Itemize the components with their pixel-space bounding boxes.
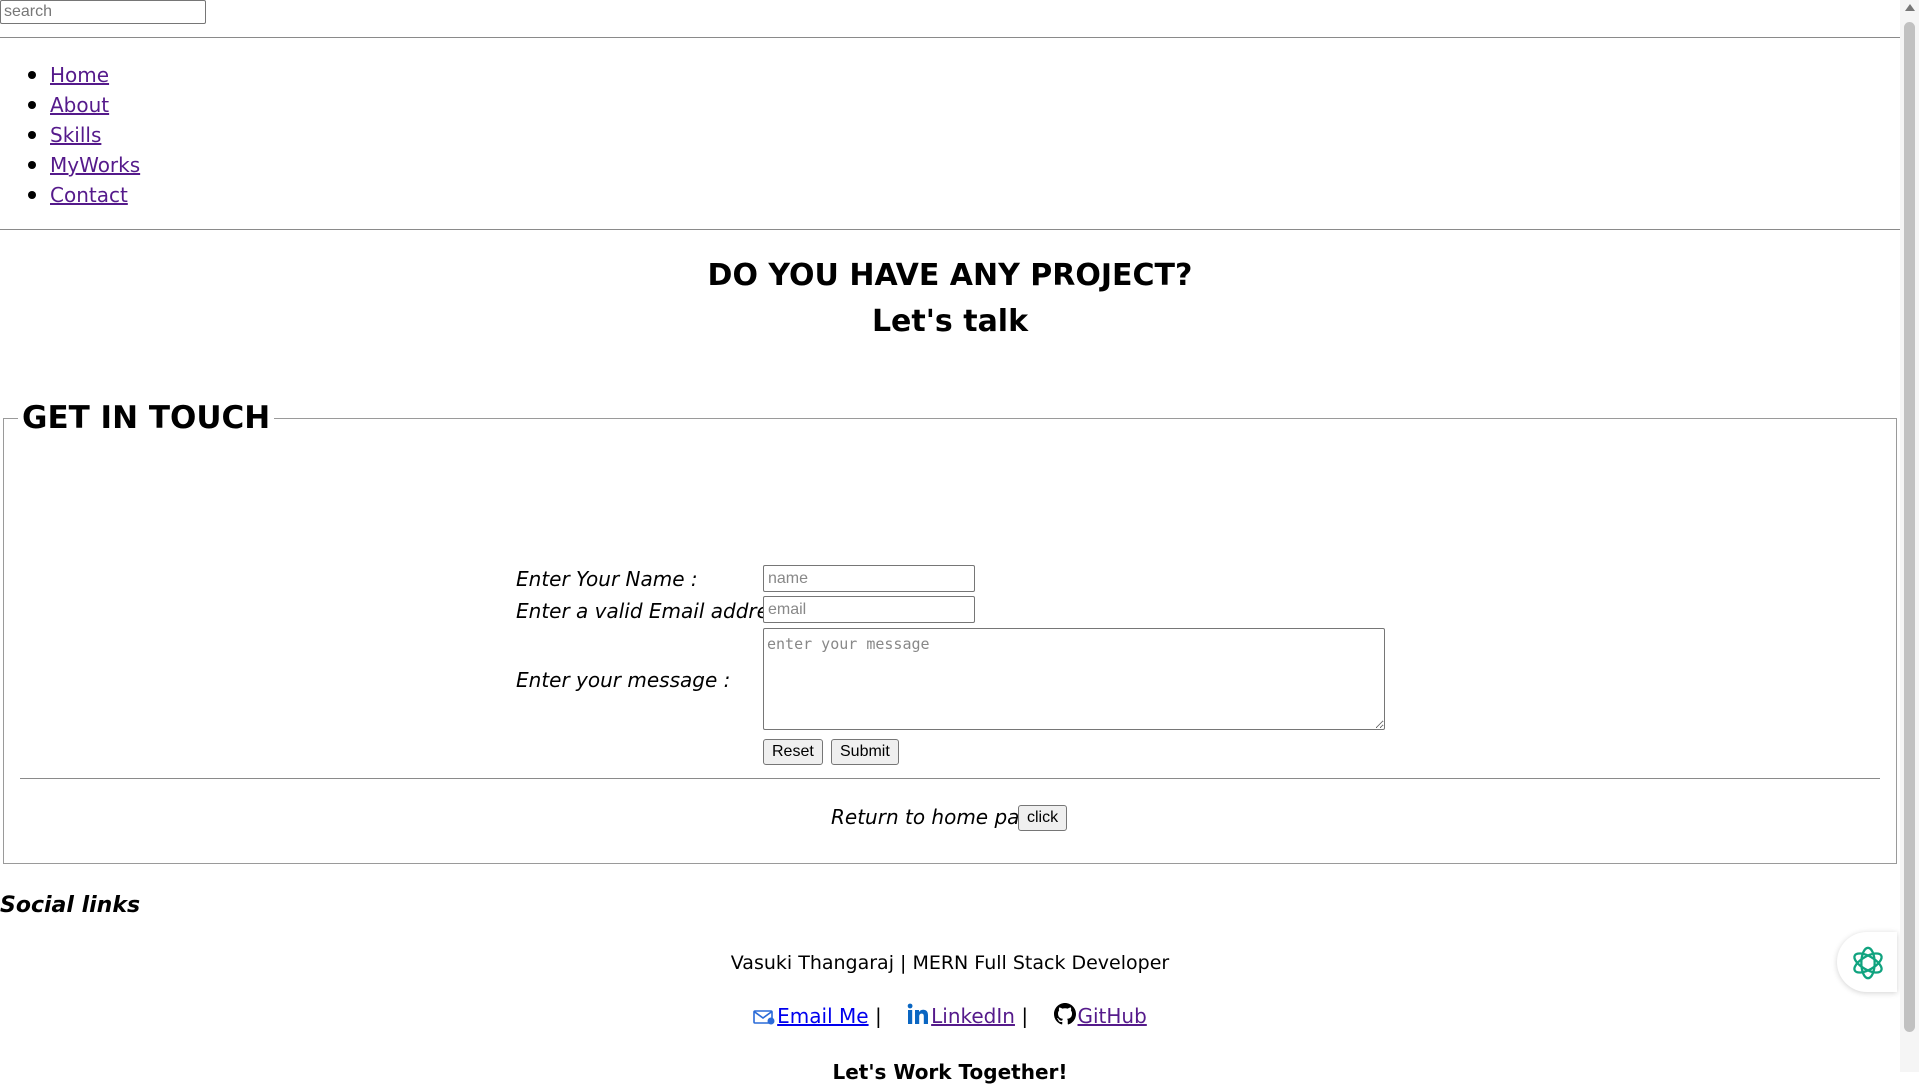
email-icon: [753, 1006, 775, 1030]
email-me-link[interactable]: Email Me: [777, 1004, 868, 1028]
return-home-button[interactable]: click: [1018, 805, 1068, 831]
social-links-row: Email Me | LinkedIn | GitHub: [0, 1003, 1900, 1030]
nav-item-skills: Skills: [27, 122, 140, 152]
separator: |: [1021, 1004, 1029, 1028]
reset-button[interactable]: Reset: [763, 739, 823, 765]
separator: |: [874, 1004, 882, 1028]
divider: [0, 37, 1900, 38]
nav-item-contact: Contact: [27, 182, 140, 212]
name-label: Enter Your Name :: [516, 567, 698, 591]
nav-link-about[interactable]: About: [50, 93, 109, 117]
nav-list: Home About Skills MyWorks Contact: [27, 62, 140, 212]
project-heading: DO YOU HAVE ANY PROJECT?: [707, 258, 1193, 293]
linkedin-icon: [907, 1003, 929, 1030]
divider: [20, 778, 1880, 779]
message-label: Enter your message :: [516, 668, 731, 692]
submit-button[interactable]: Submit: [831, 739, 899, 765]
name-input[interactable]: [763, 565, 975, 592]
nav-link-contact[interactable]: Contact: [50, 183, 128, 207]
github-icon: [1053, 1003, 1076, 1030]
ai-assistant-icon: [1849, 944, 1887, 986]
chat-assistant-button[interactable]: [1837, 932, 1897, 992]
get-in-touch-legend: GET IN TOUCH: [18, 398, 275, 438]
scrollbar-thumb[interactable]: [1904, 22, 1915, 1032]
nav-link-myworks[interactable]: MyWorks: [50, 153, 140, 177]
lets-talk-heading: Let's talk: [871, 304, 1029, 339]
divider: [0, 229, 1900, 230]
nav-link-skills[interactable]: Skills: [50, 123, 101, 147]
bottom-heading: Let's Work Together!: [832, 1060, 1068, 1084]
nav-item-home: Home: [27, 62, 140, 92]
email-label: Enter a valid Email address :: [516, 599, 803, 623]
linkedin-link[interactable]: LinkedIn: [931, 1004, 1015, 1028]
return-text: Return to home page: [831, 805, 1045, 829]
scroll-up-icon[interactable]: [1905, 4, 1915, 11]
nav-item-about: About: [27, 92, 140, 122]
nav-link-home[interactable]: Home: [50, 63, 109, 87]
page: Home About Skills MyWorks Contact DO YOU…: [0, 0, 1900, 1084]
email-input[interactable]: [763, 596, 975, 623]
social-links-heading: Social links: [0, 893, 141, 918]
nav-item-myworks: MyWorks: [27, 152, 140, 182]
scrollbar[interactable]: [1900, 0, 1919, 1072]
github-link[interactable]: GitHub: [1078, 1004, 1147, 1028]
message-textarea[interactable]: [763, 628, 1385, 730]
search-input[interactable]: [0, 0, 206, 24]
credit-text: Vasuki Thangaraj | MERN Full Stack Devel…: [730, 952, 1170, 974]
